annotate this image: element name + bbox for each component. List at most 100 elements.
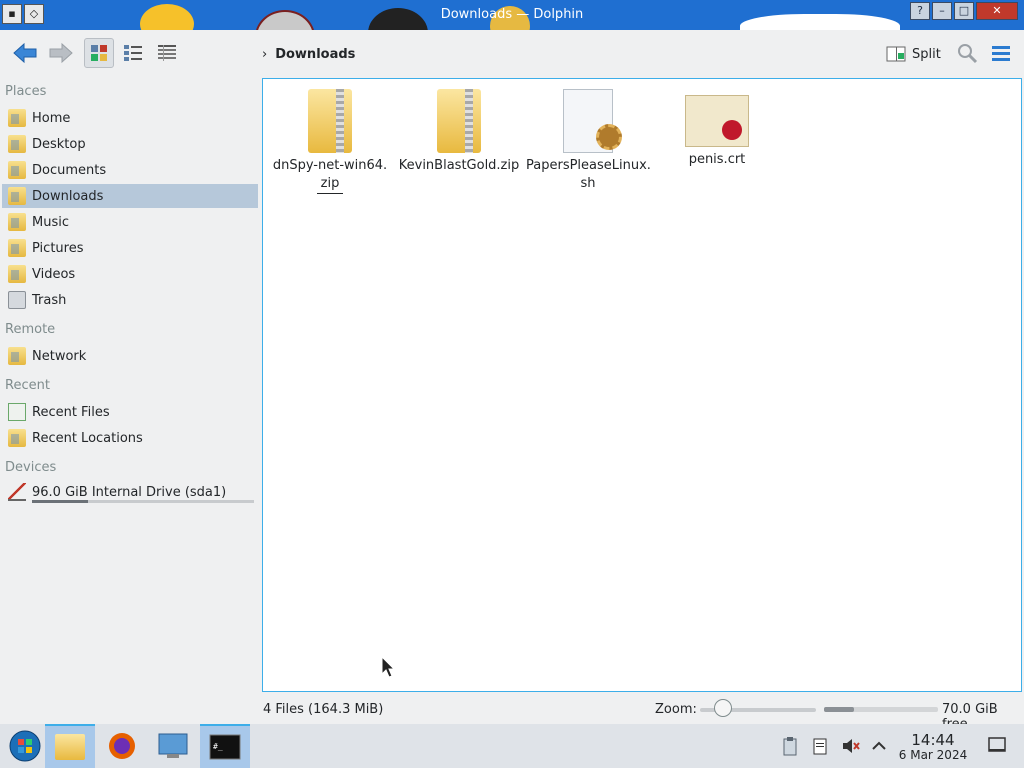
arrow-left-icon bbox=[13, 42, 37, 64]
hamburger-menu-button[interactable] bbox=[990, 42, 1012, 66]
svg-text:#_: #_ bbox=[213, 742, 223, 751]
recent-locations-icon bbox=[8, 429, 26, 447]
certificate-icon bbox=[685, 95, 749, 147]
zoom-label: Zoom: bbox=[655, 702, 697, 717]
music-folder-icon bbox=[8, 213, 26, 231]
file-item[interactable]: KevinBlastGold.zip bbox=[397, 89, 521, 175]
folder-icon bbox=[55, 734, 85, 760]
help-button[interactable]: ? bbox=[910, 2, 930, 20]
section-title-places: Places bbox=[5, 84, 47, 99]
sidebar-item-label: Desktop bbox=[32, 136, 86, 152]
sidebar-item-label: Recent Files bbox=[32, 404, 110, 420]
sidebar-item-label: Downloads bbox=[32, 188, 104, 204]
status-summary: 4 Files (164.3 MiB) bbox=[263, 702, 384, 717]
zoom-slider-handle[interactable] bbox=[714, 699, 733, 717]
taskbar: #_ 14:44 6 Mar 2024 bbox=[0, 724, 1024, 768]
window-title: Downloads — Dolphin bbox=[440, 7, 584, 22]
sidebar-item-label: Pictures bbox=[32, 240, 84, 256]
trash-icon bbox=[8, 291, 26, 309]
split-view-icon bbox=[886, 46, 906, 62]
compact-list-icon bbox=[124, 45, 142, 61]
network-folder-icon bbox=[8, 347, 26, 365]
sidebar-item-label: Videos bbox=[32, 266, 76, 282]
sidebar-item-videos[interactable]: Videos bbox=[2, 262, 258, 286]
zip-archive-icon bbox=[437, 89, 481, 153]
split-label: Split bbox=[912, 46, 941, 62]
sidebar-item-network[interactable]: Network bbox=[2, 344, 258, 368]
sidebar-item-pictures[interactable]: Pictures bbox=[2, 236, 258, 260]
clock-time[interactable]: 14:44 bbox=[896, 731, 970, 749]
maximize-button[interactable]: □ bbox=[954, 2, 974, 20]
sidebar-item-label: Music bbox=[32, 214, 69, 230]
details-list-icon bbox=[158, 45, 176, 61]
search-icon bbox=[958, 44, 978, 64]
grid-view-icon bbox=[91, 45, 107, 61]
chevron-right-icon: › bbox=[262, 46, 268, 62]
show-desktop-icon[interactable] bbox=[988, 736, 1008, 756]
drive-icon bbox=[8, 483, 26, 501]
back-button[interactable] bbox=[8, 38, 42, 68]
sidebar-item-downloads[interactable]: Downloads bbox=[2, 184, 258, 208]
start-menu-button[interactable] bbox=[0, 724, 50, 768]
sidebar-item-recent-locations[interactable]: Recent Locations bbox=[2, 426, 258, 450]
breadcrumb[interactable]: › Downloads bbox=[262, 42, 355, 66]
file-name: dnSpy-net-win64. zip bbox=[268, 157, 392, 194]
taskbar-terminal[interactable]: #_ bbox=[200, 724, 250, 768]
videos-folder-icon bbox=[8, 265, 26, 283]
taskbar-firefox[interactable] bbox=[97, 724, 147, 768]
downloads-folder-icon bbox=[8, 187, 26, 205]
file-name: PapersPleaseLinux. sh bbox=[526, 158, 651, 191]
breadcrumb-item-downloads[interactable]: Downloads bbox=[275, 47, 355, 62]
forward-button[interactable] bbox=[44, 38, 78, 68]
file-name: KevinBlastGold.zip bbox=[398, 158, 520, 173]
documents-folder-icon bbox=[8, 161, 26, 179]
clipboard-tray-icon[interactable] bbox=[781, 736, 801, 756]
sidebar-item-desktop[interactable]: Desktop bbox=[2, 132, 258, 156]
sidebar-item-documents[interactable]: Documents bbox=[2, 158, 258, 182]
arrow-right-icon bbox=[49, 42, 73, 64]
file-view[interactable]: dnSpy-net-win64. zip KevinBlastGold.zip P… bbox=[262, 78, 1022, 692]
search-button[interactable] bbox=[956, 42, 978, 66]
pictures-folder-icon bbox=[8, 239, 26, 257]
compact-view-button[interactable] bbox=[118, 38, 148, 68]
window-titlebar[interactable]: ▪ ◇ Downloads — Dolphin ? – □ ✕ bbox=[0, 0, 1024, 30]
sidebar-item-label: Trash bbox=[32, 292, 67, 308]
status-bar: 4 Files (164.3 MiB) Zoom: 70.0 GiB free bbox=[0, 696, 1024, 732]
sidebar-item-trash[interactable]: Trash bbox=[2, 288, 258, 312]
recent-files-icon bbox=[8, 403, 26, 421]
zip-archive-icon bbox=[308, 89, 352, 153]
details-view-button[interactable] bbox=[152, 38, 182, 68]
start-orb-icon bbox=[9, 730, 41, 762]
close-button[interactable]: ✕ bbox=[976, 2, 1018, 20]
shell-script-icon bbox=[563, 89, 622, 153]
file-item[interactable]: dnSpy-net-win64. zip bbox=[268, 89, 392, 194]
sidebar-item-label: Network bbox=[32, 348, 87, 364]
file-item[interactable]: PapersPleaseLinux. sh bbox=[526, 89, 651, 193]
home-folder-icon bbox=[8, 109, 26, 127]
sidebar-item-label: Documents bbox=[32, 162, 107, 178]
system-settings-icon bbox=[158, 733, 188, 758]
sidebar-item-recent-files[interactable]: Recent Files bbox=[2, 400, 258, 424]
sidebar-item-music[interactable]: Music bbox=[2, 210, 258, 234]
section-title-recent: Recent bbox=[5, 378, 50, 393]
sidebar-item-home[interactable]: Home bbox=[2, 106, 258, 130]
notes-tray-icon[interactable] bbox=[811, 736, 831, 756]
sidebar-item-label: Home bbox=[32, 110, 71, 126]
split-button[interactable]: Split bbox=[886, 42, 941, 66]
taskbar-system-settings[interactable] bbox=[148, 724, 198, 768]
toolbar: › Downloads Split bbox=[0, 30, 1024, 78]
drive-usage-bar bbox=[32, 500, 254, 503]
icons-view-button[interactable] bbox=[84, 38, 114, 68]
file-item[interactable]: penis.crt bbox=[655, 89, 779, 169]
minimize-button[interactable]: – bbox=[932, 2, 952, 20]
sidebar-item-label: 96.0 GiB Internal Drive (sda1) bbox=[32, 484, 227, 500]
free-space-fill bbox=[824, 707, 854, 712]
places-sidebar: Places Home Desktop Documents Downloads … bbox=[0, 80, 260, 520]
chevron-up-icon[interactable] bbox=[870, 736, 890, 756]
desktop-folder-icon bbox=[8, 135, 26, 153]
taskbar-dolphin[interactable] bbox=[45, 724, 95, 768]
clock-date[interactable]: 6 Mar 2024 bbox=[896, 748, 970, 762]
drive-usage-fill bbox=[32, 500, 88, 503]
sidebar-item-label: Recent Locations bbox=[32, 430, 143, 446]
volume-muted-icon[interactable] bbox=[841, 736, 861, 756]
